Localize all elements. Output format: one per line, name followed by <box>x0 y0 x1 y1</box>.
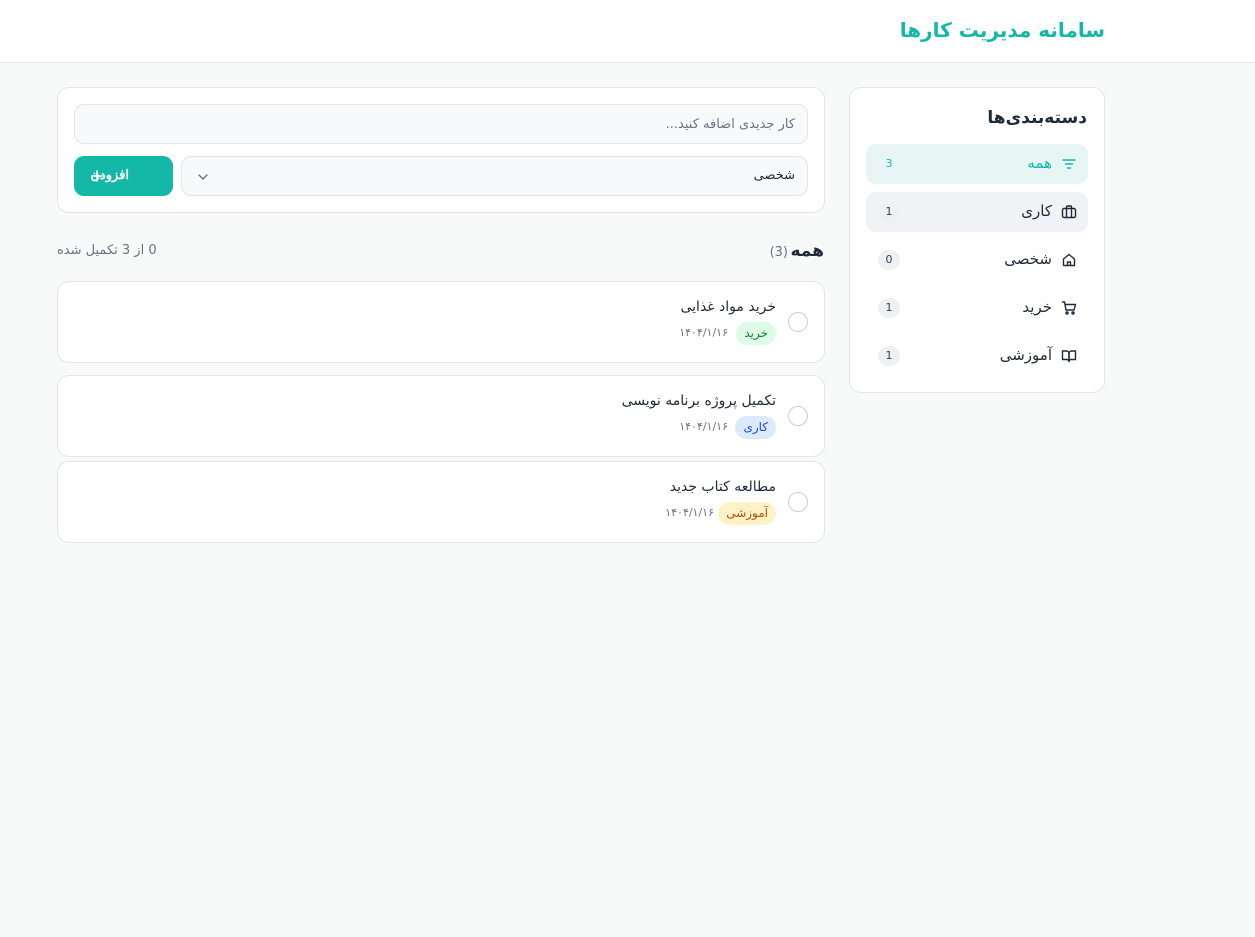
task-item: خرید مواد غذایی خرید ۱۴۰۴/۱/۱۶ <box>57 281 825 363</box>
list-count: (3) <box>769 245 788 260</box>
plus-icon <box>91 170 103 182</box>
shopping-cart-icon <box>1061 301 1077 315</box>
category-education[interactable]: آموزشی 1 <box>866 336 1088 376</box>
progress-text: 0 از 3 تکمیل شده <box>57 243 157 258</box>
task-date: ۱۴۰۴/۱/۱۶ <box>679 420 728 433</box>
task-text: تکمیل پروژه برنامه نویسی <box>621 393 776 409</box>
category-label: شخصی <box>1004 250 1052 268</box>
task-date: ۱۴۰۴/۱/۱۶ <box>665 506 714 519</box>
category-all[interactable]: همه 3 <box>866 144 1088 184</box>
category-count: 1 <box>878 202 900 222</box>
task-tag: کاری <box>735 416 776 439</box>
category-personal[interactable]: شخصی 0 <box>866 240 1088 280</box>
category-work[interactable]: کاری 1 <box>866 192 1088 232</box>
task-checkbox[interactable] <box>788 406 808 426</box>
task-date: ۱۴۰۴/۱/۱۶ <box>679 326 728 339</box>
home-icon <box>1062 253 1076 267</box>
task-text: مطالعه کتاب جدید <box>669 479 776 495</box>
category-select-value: شخصی <box>753 168 795 183</box>
task-checkbox[interactable] <box>788 492 808 512</box>
add-task-button[interactable]: افزودن <box>74 156 173 196</box>
task-tag: آموزشی <box>718 502 776 525</box>
task-tag: خرید <box>736 322 776 345</box>
category-label: آموزشی <box>999 346 1052 364</box>
add-task-card: شخصی افزودن <box>57 87 825 213</box>
category-count: 1 <box>878 346 900 366</box>
category-count: 0 <box>878 250 900 270</box>
book-open-icon <box>1061 350 1077 363</box>
category-select[interactable]: شخصی <box>181 156 808 196</box>
task-checkbox[interactable] <box>788 312 808 332</box>
briefcase-icon <box>1061 205 1077 219</box>
task-text: خرید مواد غذایی <box>680 299 776 315</box>
new-task-input[interactable] <box>74 104 808 144</box>
category-count: 3 <box>885 157 893 170</box>
task-item: مطالعه کتاب جدید آموزشی ۱۴۰۴/۱/۱۶ <box>57 461 825 543</box>
category-label: همه <box>1027 154 1052 172</box>
app-title: سامانه مدیریت کارها <box>899 18 1105 42</box>
task-item: تکمیل پروژه برنامه نویسی کاری ۱۴۰۴/۱/۱۶ <box>57 375 825 457</box>
category-count: 1 <box>878 298 900 318</box>
categories-title: دسته‌بندی‌ها <box>987 108 1087 128</box>
category-shopping[interactable]: خرید 1 <box>866 288 1088 328</box>
app-header: سامانه مدیریت کارها <box>0 0 1255 63</box>
category-label: کاری <box>1021 202 1052 220</box>
chevron-down-icon <box>198 174 208 180</box>
list-title: همه <box>790 241 825 261</box>
filter-icon <box>1062 159 1076 169</box>
categories-panel: دسته‌بندی‌ها همه 3 کاری 1 شخصی 0 خرید 1 … <box>849 87 1105 393</box>
category-label: خرید <box>1022 298 1052 316</box>
